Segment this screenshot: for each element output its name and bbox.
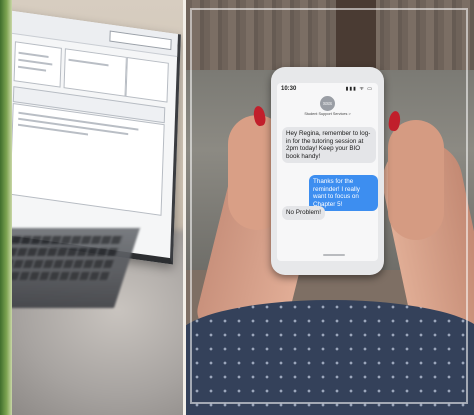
photo-collage: 10:30 ▮▮▮ ᯤ ▭ SSS Student Support Servic… [0,0,474,415]
key-row [0,248,120,256]
contact-box [13,41,62,88]
key-row [0,236,124,244]
side-box [125,56,169,103]
laptop-photo [0,0,183,415]
laptop-search-field [109,30,172,51]
recent-box [63,48,127,97]
key-row [0,260,116,268]
phone-photo: 10:30 ▮▮▮ ᯤ ▭ SSS Student Support Servic… [186,0,474,415]
white-frame [190,8,468,404]
key-row [0,272,112,280]
laptop-screen [0,10,181,265]
plant-leaf [0,0,12,415]
